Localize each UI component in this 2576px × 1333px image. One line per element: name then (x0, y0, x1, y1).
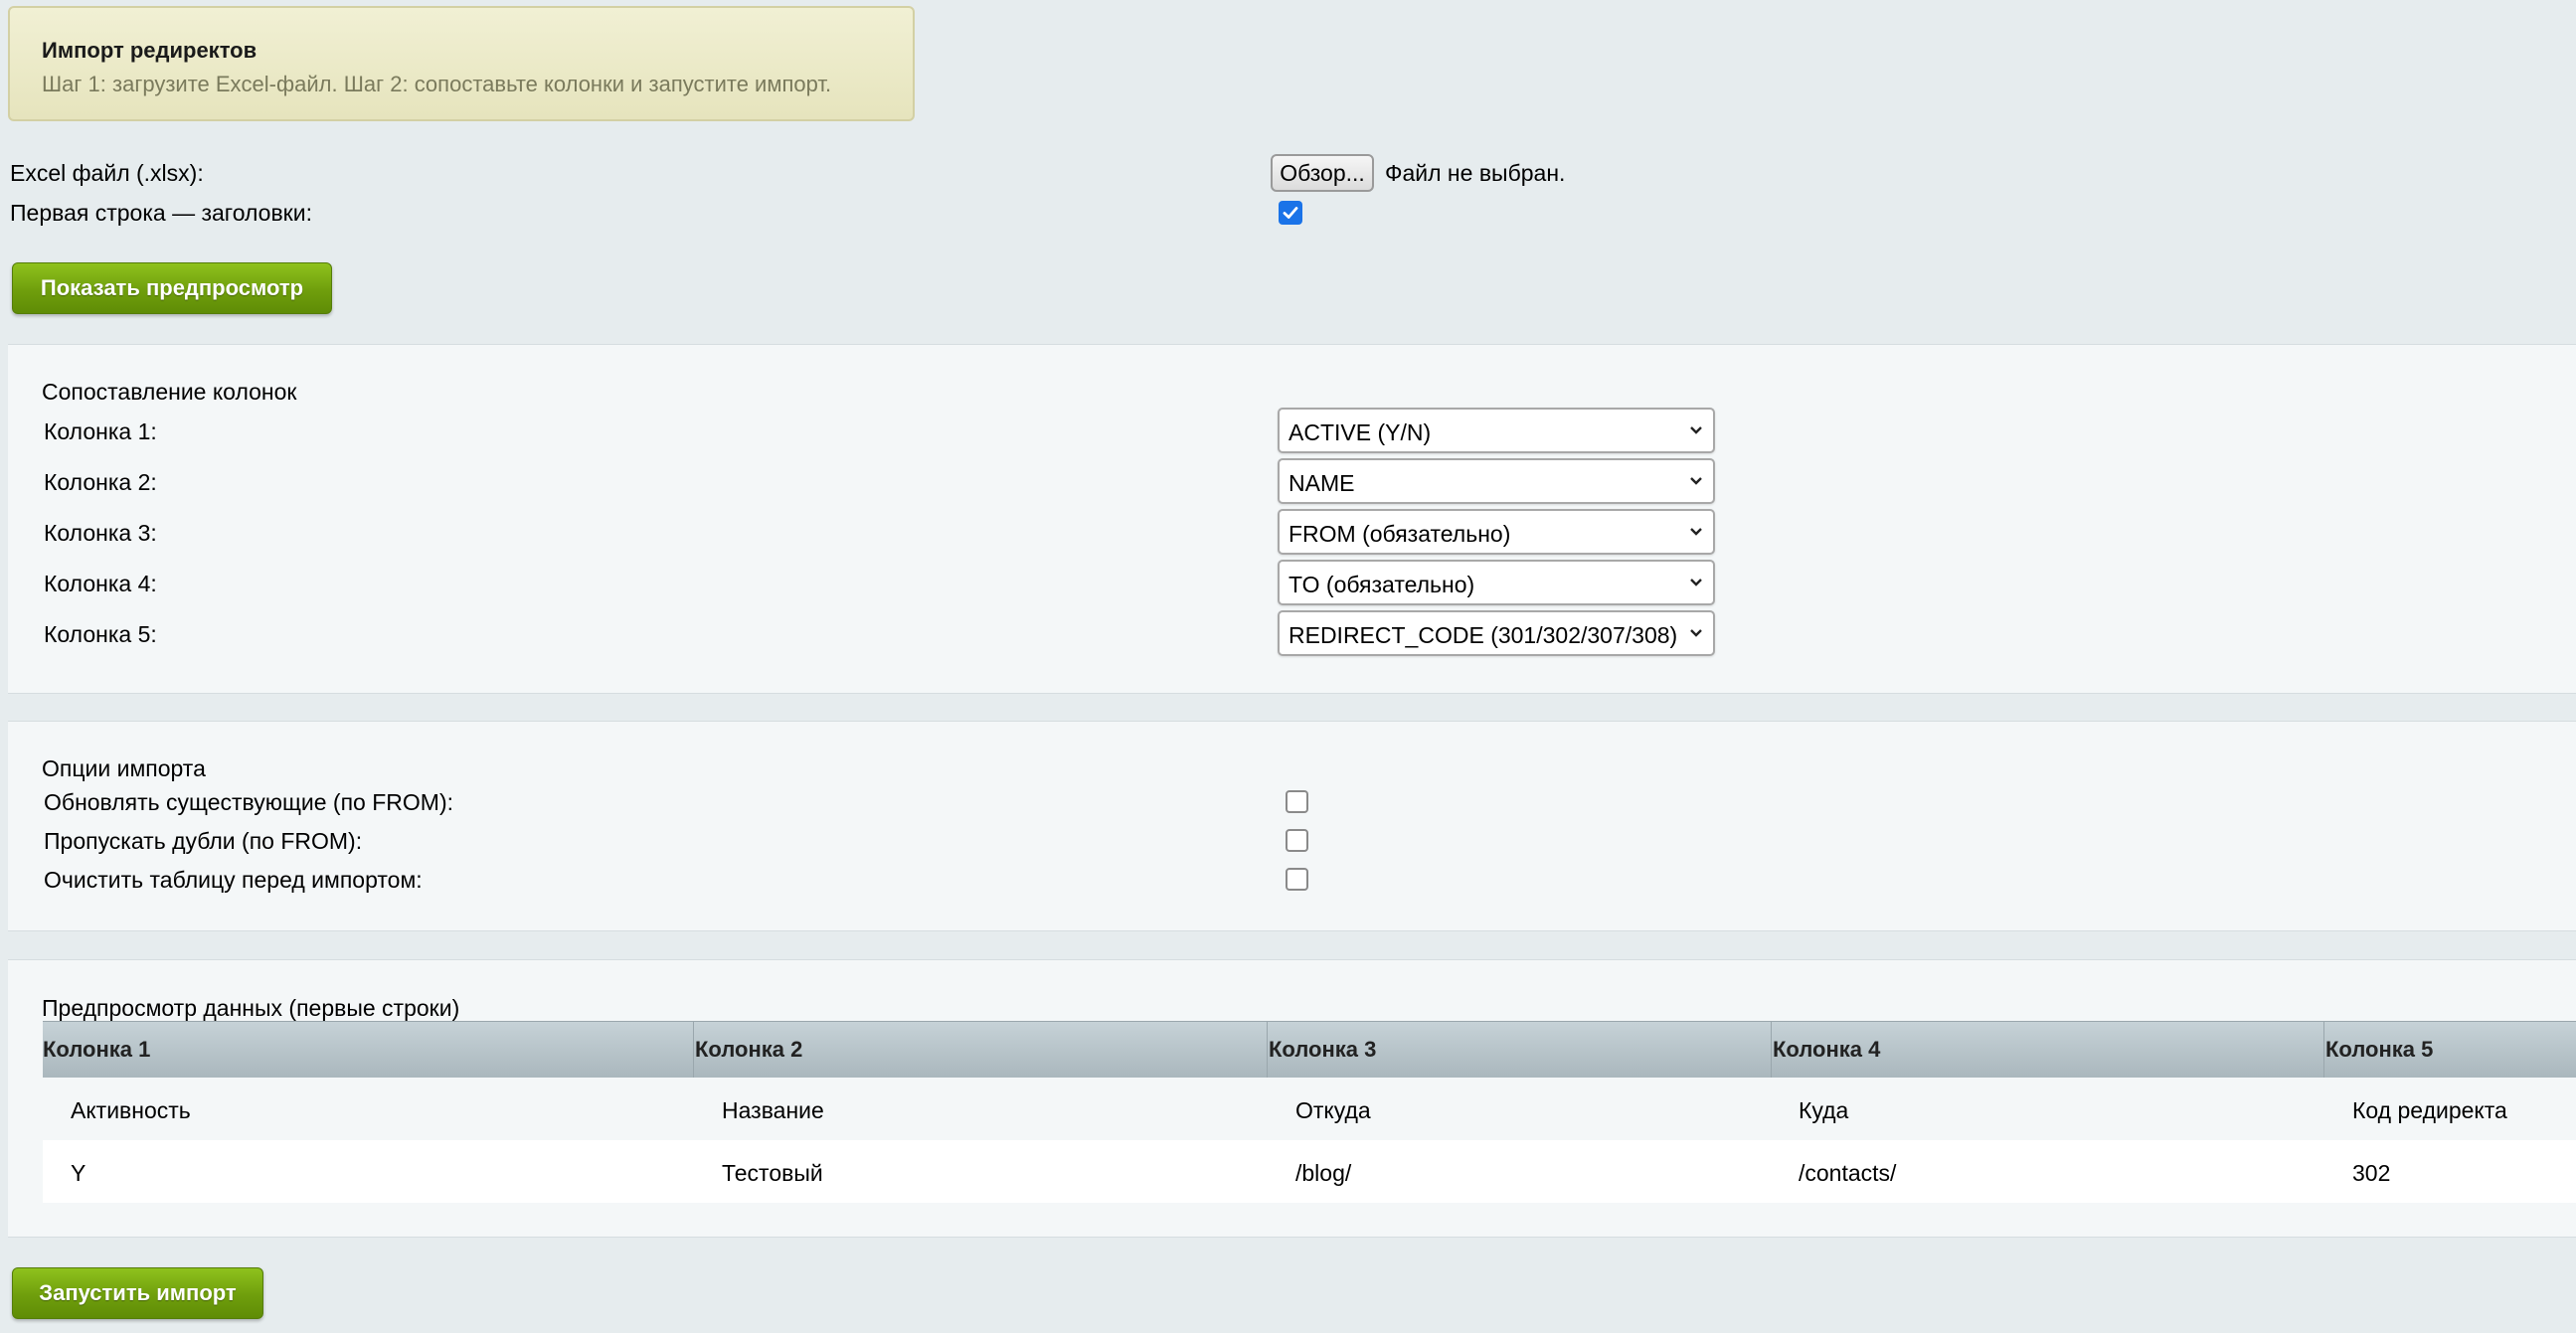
check-icon (1283, 207, 1298, 219)
table-cell: /contacts/ (1799, 1160, 1897, 1186)
banner-title: Импорт редиректов (42, 38, 258, 63)
info-banner: Импорт редиректов Шаг 1: загрузите Excel… (8, 6, 915, 121)
mapping-select-5-value: REDIRECT_CODE (301/302/307/308) (1288, 622, 1678, 648)
table-cell: Куда (1799, 1097, 1849, 1123)
file-label: Excel файл (.xlsx): (10, 160, 204, 186)
chevron-down-icon (1690, 629, 1702, 637)
option-checkbox-skip-duplicates[interactable] (1286, 829, 1308, 852)
table-cell: Активность (71, 1097, 191, 1123)
table-row: Активность Название Откуда Куда Код реди… (43, 1078, 2576, 1140)
mapping-select-5[interactable]: REDIRECT_CODE (301/302/307/308) (1278, 610, 1715, 656)
table-cell: Код редиректа (2352, 1097, 2507, 1123)
mapping-select-4-value: TO (обязательно) (1288, 572, 1475, 597)
mapping-label-5: Колонка 5: (44, 621, 157, 647)
option-checkbox-clear-table[interactable] (1286, 868, 1308, 891)
table-cell: 302 (2352, 1160, 2391, 1186)
mapping-label-1: Колонка 1: (44, 418, 157, 444)
option-label-skip-duplicates: Пропускать дубли (по FROM): (44, 828, 363, 854)
preview-title: Предпросмотр данных (первые строки) (42, 995, 460, 1021)
mapping-label-2: Колонка 2: (44, 469, 157, 495)
preview-table-header: Колонка 1 Колонка 2 Колонка 3 Колонка 4 … (43, 1021, 2576, 1079)
table-cell: Название (722, 1097, 824, 1123)
mapping-select-2[interactable]: NAME (1278, 458, 1715, 504)
column-header-5: Колонка 5 (2325, 1037, 2434, 1062)
mapping-select-3[interactable]: FROM (обязательно) (1278, 509, 1715, 555)
run-import-button[interactable]: Запустить импорт (12, 1267, 263, 1319)
option-label-update: Обновлять существующие (по FROM): (44, 789, 453, 815)
table-cell: Y (71, 1160, 86, 1186)
column-separator (1267, 1022, 1268, 1078)
browse-button[interactable]: Обзор... (1271, 154, 1374, 192)
chevron-down-icon (1690, 477, 1702, 485)
options-title: Опции импорта (42, 755, 206, 781)
headers-row-checkbox[interactable] (1279, 201, 1302, 225)
mapping-select-1[interactable]: ACTIVE (Y/N) (1278, 408, 1715, 453)
column-header-4: Колонка 4 (1773, 1037, 1881, 1062)
column-separator (2323, 1022, 2324, 1078)
headers-row-label: Первая строка — заголовки: (10, 200, 312, 226)
mapping-select-1-value: ACTIVE (Y/N) (1288, 419, 1432, 445)
import-options-section: Опции импорта Обновлять существующие (по… (8, 721, 2576, 931)
chevron-down-icon (1690, 426, 1702, 434)
mapping-label-4: Колонка 4: (44, 571, 157, 596)
table-cell: /blog/ (1295, 1160, 1352, 1186)
table-row: Y Тестовый /blog/ /contacts/ 302 (43, 1140, 2576, 1203)
table-cell: Тестовый (722, 1160, 823, 1186)
file-status: Файл не выбран. (1385, 160, 1566, 186)
chevron-down-icon (1690, 528, 1702, 536)
column-separator (693, 1022, 694, 1078)
column-header-2: Колонка 2 (695, 1037, 803, 1062)
column-separator (1771, 1022, 1772, 1078)
banner-text: Шаг 1: загрузите Excel-файл. Шаг 2: сопо… (42, 72, 832, 96)
column-header-1: Колонка 1 (43, 1037, 151, 1062)
table-cell: Откуда (1295, 1097, 1371, 1123)
show-preview-button[interactable]: Показать предпросмотр (12, 262, 332, 314)
option-checkbox-update[interactable] (1286, 790, 1308, 813)
chevron-down-icon (1690, 579, 1702, 586)
option-label-clear-table: Очистить таблицу перед импортом: (44, 867, 423, 893)
mapping-label-3: Колонка 3: (44, 520, 157, 546)
mapping-select-4[interactable]: TO (обязательно) (1278, 560, 1715, 605)
mapping-select-2-value: NAME (1288, 470, 1355, 496)
column-header-3: Колонка 3 (1269, 1037, 1377, 1062)
mapping-select-3-value: FROM (обязательно) (1288, 521, 1511, 547)
mapping-title: Сопоставление колонок (42, 379, 297, 405)
